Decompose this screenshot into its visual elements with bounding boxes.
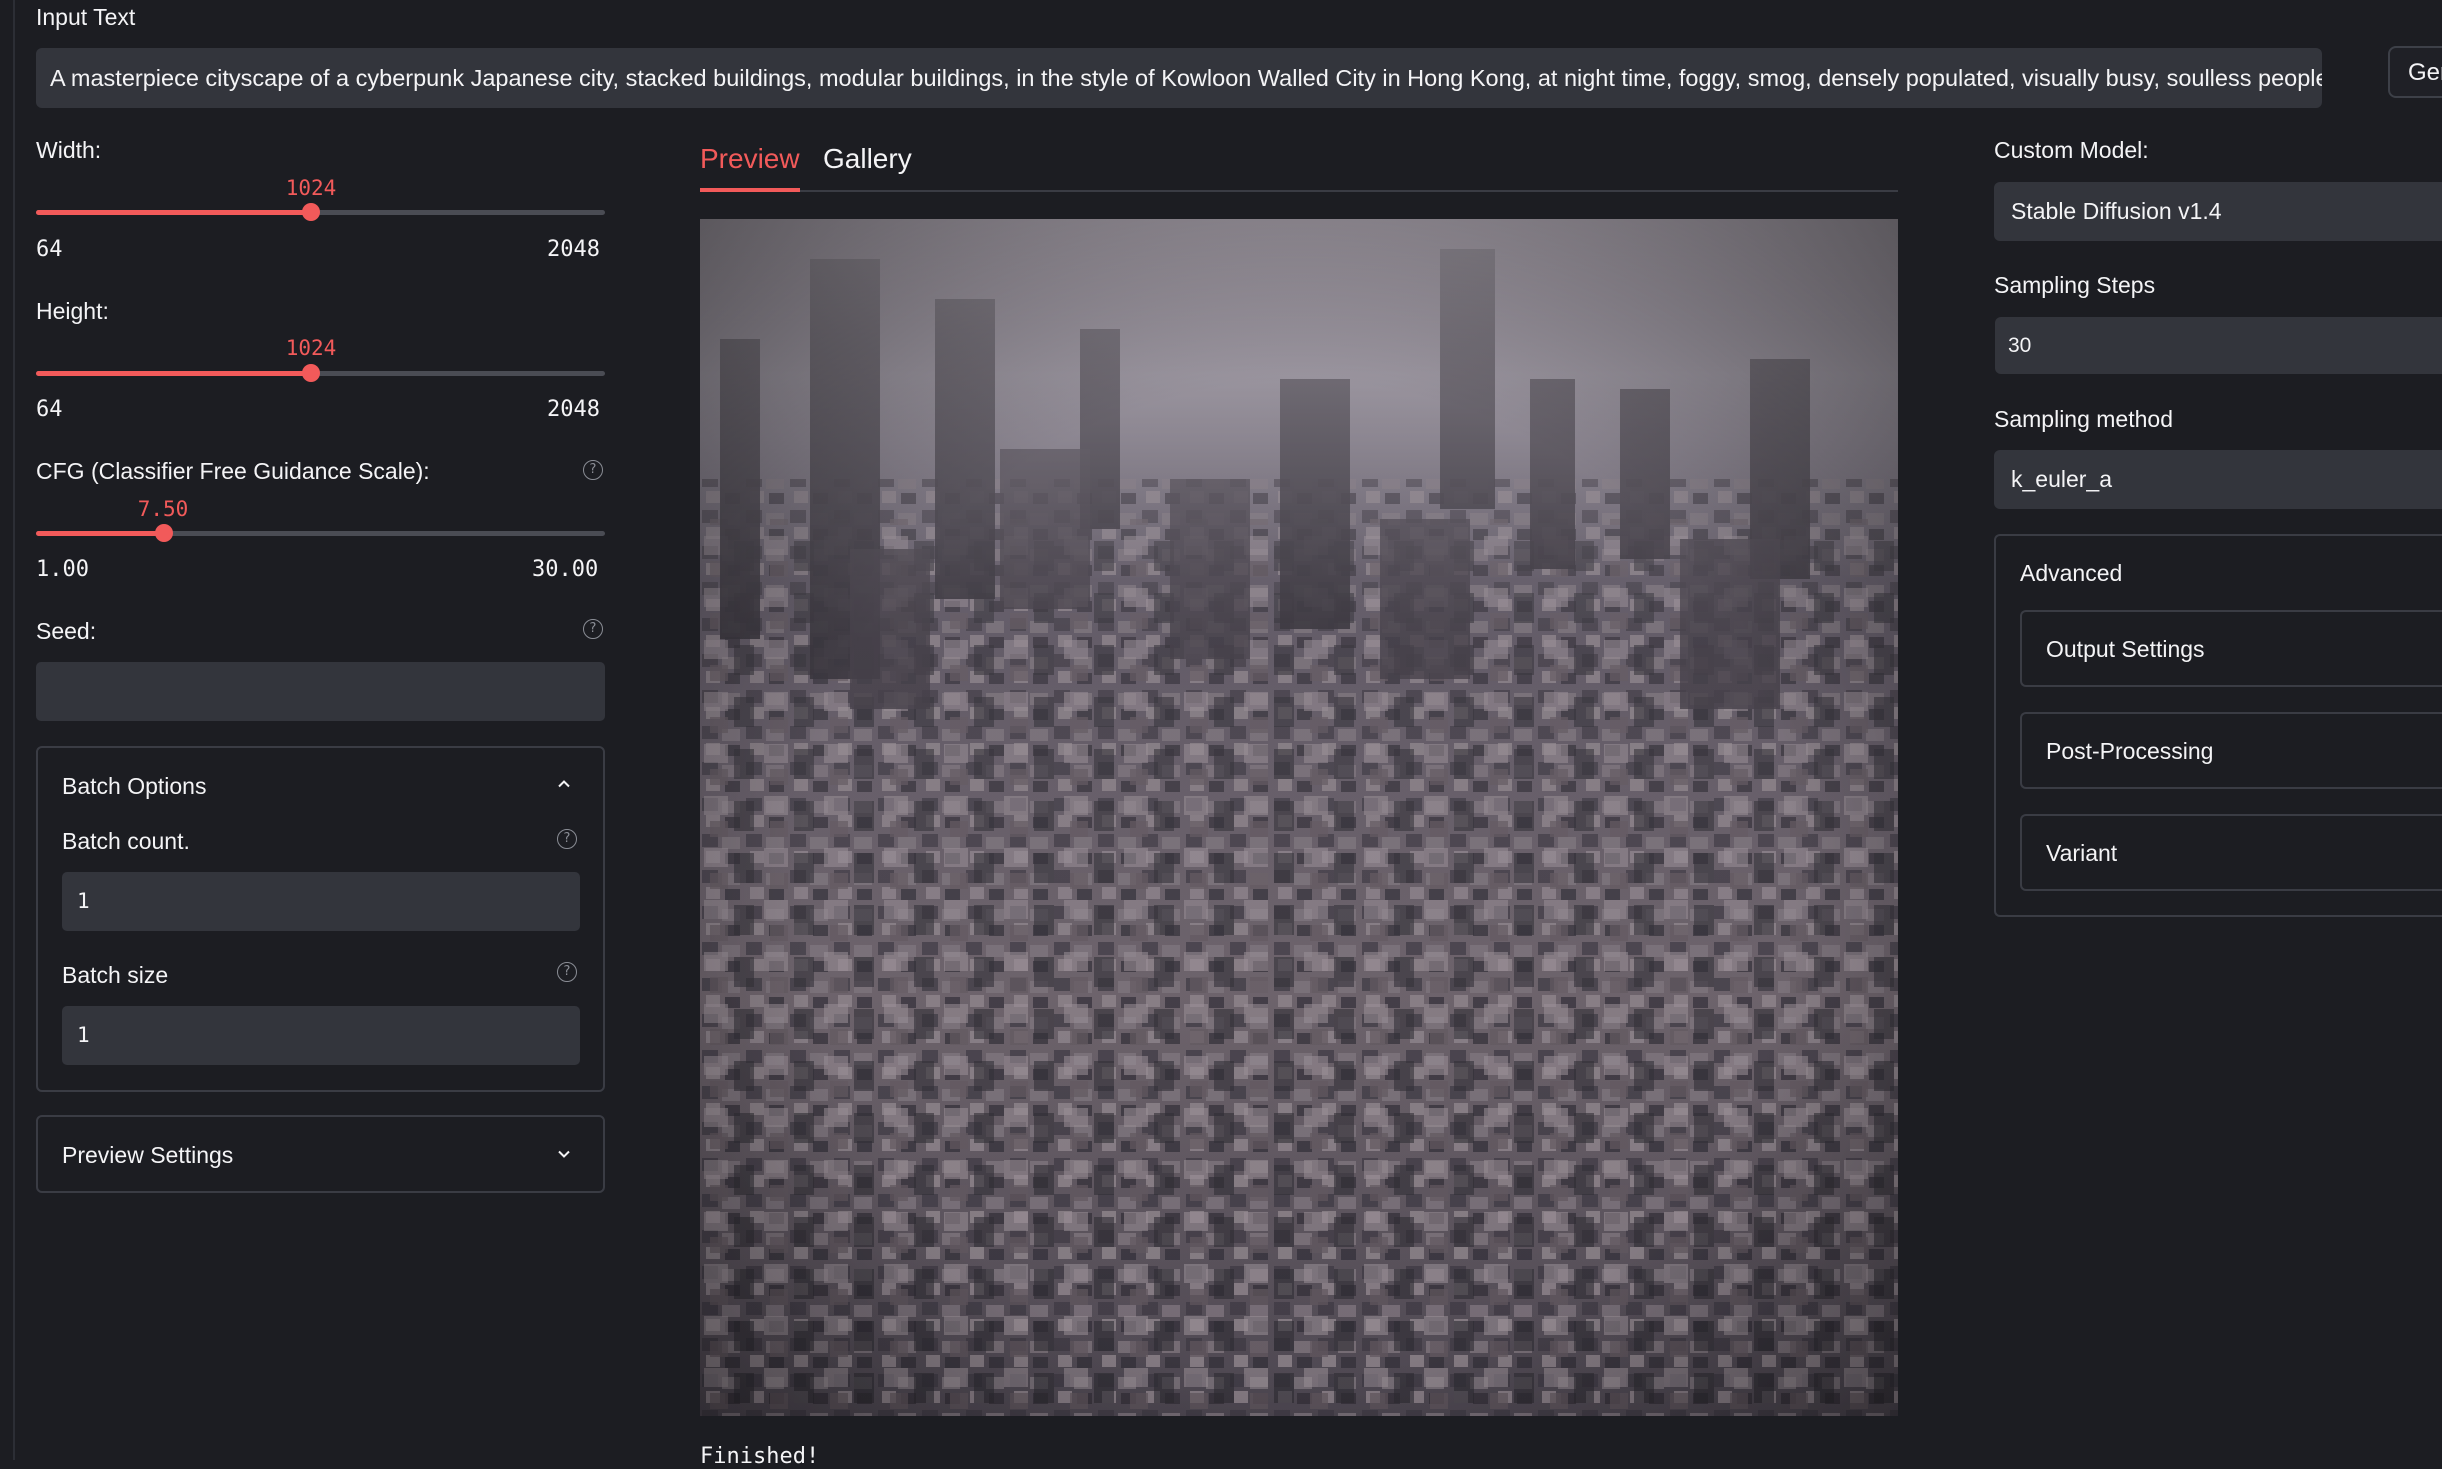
- batch-count-label: Batch count.: [62, 828, 190, 854]
- width-slider[interactable]: [36, 203, 605, 221]
- cfg-label: CFG (Classifier Free Guidance Scale):: [36, 458, 430, 484]
- height-min: 64: [36, 397, 63, 422]
- tabs-divider: [700, 190, 1898, 192]
- height-label: Height:: [36, 298, 109, 324]
- advanced-title[interactable]: Advanced: [2020, 560, 2122, 587]
- left-edge-border: [13, 0, 15, 1460]
- cfg-slider-fill: [36, 531, 164, 536]
- output-settings-label[interactable]: Output Settings: [2046, 636, 2205, 663]
- cfg-max: 30.00: [532, 557, 599, 582]
- tab-active-indicator: [700, 188, 800, 192]
- batch-size-label: Batch size: [62, 962, 169, 988]
- width-label: Width:: [36, 137, 102, 163]
- prompt-label: Input Text: [36, 4, 136, 30]
- question-circle-icon[interactable]: ?: [557, 962, 577, 982]
- sampling-method-label: Sampling method: [1994, 406, 2173, 432]
- status-text: Finished!: [700, 1444, 820, 1469]
- seed-input[interactable]: [36, 662, 605, 721]
- custom-model-label: Custom Model:: [1994, 137, 2149, 163]
- generate-button[interactable]: Ger: [2388, 46, 2442, 98]
- height-max: 2048: [547, 397, 600, 422]
- height-slider-fill: [36, 371, 311, 376]
- question-circle-icon[interactable]: ?: [583, 619, 603, 639]
- cfg-value: 7.50: [137, 497, 189, 521]
- question-circle-icon[interactable]: ?: [583, 460, 603, 480]
- width-max: 2048: [547, 237, 600, 262]
- height-value: 1024: [285, 336, 337, 360]
- question-circle-icon[interactable]: ?: [557, 829, 577, 849]
- width-slider-thumb[interactable]: [302, 203, 320, 221]
- post-processing-label[interactable]: Post-Processing: [2046, 738, 2213, 765]
- width-min: 64: [36, 237, 63, 262]
- batch-size-input[interactable]: 1: [62, 1006, 580, 1065]
- variant-label[interactable]: Variant: [2046, 840, 2117, 867]
- batch-count-input[interactable]: 1: [62, 872, 580, 931]
- seed-label: Seed:: [36, 618, 97, 644]
- tab-preview[interactable]: Preview: [700, 143, 800, 175]
- preview-image: [700, 219, 1898, 1416]
- preview-settings-title[interactable]: Preview Settings: [62, 1142, 233, 1169]
- sampling-method-select[interactable]: k_euler_a: [1994, 450, 2442, 509]
- prompt-input[interactable]: A masterpiece cityscape of a cyberpunk J…: [36, 48, 2322, 108]
- batch-options-title[interactable]: Batch Options: [62, 773, 206, 800]
- height-slider-thumb[interactable]: [302, 364, 320, 382]
- custom-model-select[interactable]: Stable Diffusion v1.4: [1994, 182, 2442, 241]
- width-value: 1024: [285, 176, 337, 200]
- chevron-up-icon[interactable]: [556, 776, 572, 792]
- sampling-steps-label: Sampling Steps: [1994, 272, 2156, 298]
- chevron-down-icon[interactable]: [556, 1146, 572, 1162]
- cfg-min: 1.00: [36, 557, 89, 582]
- cfg-slider-thumb[interactable]: [155, 524, 173, 542]
- tab-gallery[interactable]: Gallery: [823, 143, 912, 175]
- cfg-slider[interactable]: [36, 524, 605, 542]
- height-slider[interactable]: [36, 364, 605, 382]
- width-slider-fill: [36, 210, 311, 215]
- sampling-steps-input[interactable]: 30: [1995, 317, 2442, 374]
